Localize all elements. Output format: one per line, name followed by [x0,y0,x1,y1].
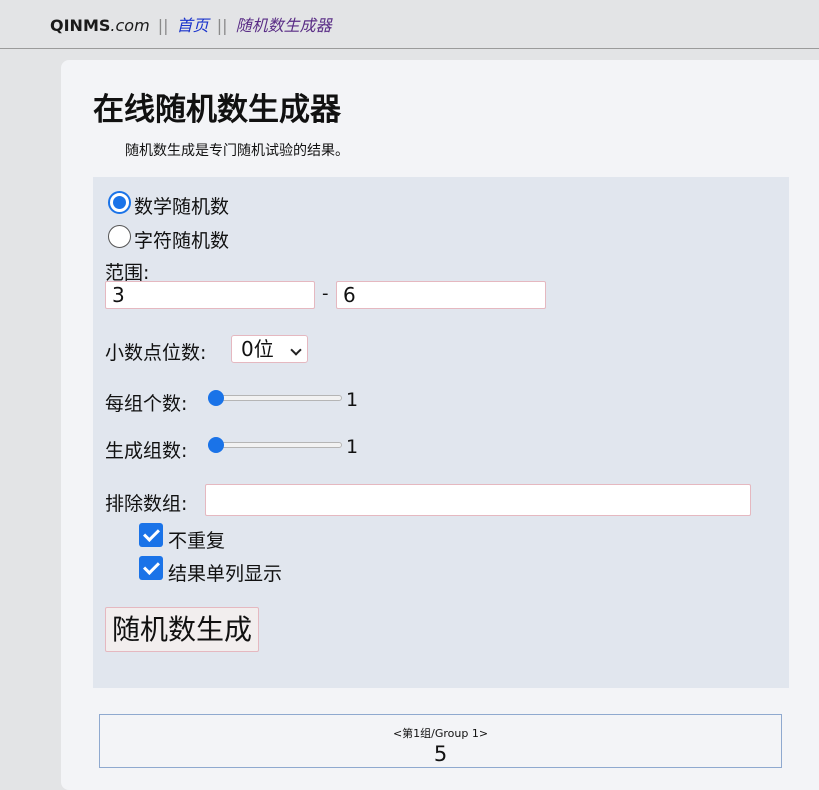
breadcrumb-current-link[interactable]: 随机数生成器 [236,16,332,35]
checkbox-label: 不重复 [168,530,226,552]
breadcrumb-separator: || [216,16,228,35]
result-group-header: <第1组/Group 1> [392,727,489,740]
breadcrumb-separator: || [157,16,169,35]
page-title: 在线随机数生成器 [93,92,341,128]
slider-track [208,442,342,448]
slider-thumb[interactable] [208,390,224,406]
range-max-input[interactable]: 6 [336,281,546,309]
exclude-label: 排除数组: [105,493,188,515]
option-single-column[interactable]: 结果单列显示 [139,555,283,586]
checkbox[interactable] [139,522,163,547]
decimals-label: 小数点位数: [105,342,207,364]
generator-form: 数学随机数 字符随机数 范围: 3 - 6 小数点位数: 0位 每组个数: 1 … [93,177,789,688]
radio-math-random[interactable]: 数学随机数 [108,191,230,219]
radio-label: 数学随机数 [134,196,230,218]
range-dash: - [322,283,329,304]
chevron-down-icon [290,344,302,356]
radio-button[interactable] [108,225,131,248]
main-card: 在线随机数生成器 随机数生成是专门随机试验的结果。 数学随机数 字符随机数 范围… [61,60,819,790]
result-box: <第1组/Group 1> 5 [99,714,782,768]
top-bar: QINMS.com || 首页 || 随机数生成器 [0,0,819,49]
site-brand[interactable]: QINMS.com [50,16,150,35]
exclude-input[interactable] [205,484,751,516]
per-group-value: 1 [346,389,359,411]
group-count-label: 生成组数: [105,440,188,462]
option-no-duplicate[interactable]: 不重复 [139,522,226,553]
decimals-select[interactable]: 0位 [231,335,308,363]
checkbox-label: 结果单列显示 [168,563,283,585]
per-group-slider[interactable] [208,389,342,407]
breadcrumb-home-link[interactable]: 首页 [177,16,209,35]
group-count-value: 1 [346,436,359,458]
radio-char-random[interactable]: 字符随机数 [108,225,230,253]
generate-button[interactable]: 随机数生成 [105,607,260,652]
breadcrumb: QINMS.com || 首页 || 随机数生成器 [50,12,332,36]
radio-label: 字符随机数 [134,230,230,252]
decimals-selected-value: 0位 [241,337,274,361]
brand-name: QINMS [50,16,111,35]
per-group-label: 每组个数: [105,393,188,415]
page-subtitle: 随机数生成是专门随机试验的结果。 [125,143,349,159]
radio-button[interactable] [108,191,131,214]
result-value: 5 [433,742,448,766]
checkbox[interactable] [139,555,163,580]
slider-track [208,395,342,401]
slider-thumb[interactable] [208,437,224,453]
brand-domain: .com [110,16,150,35]
range-min-input[interactable]: 3 [105,281,315,309]
group-count-slider[interactable] [208,436,342,454]
